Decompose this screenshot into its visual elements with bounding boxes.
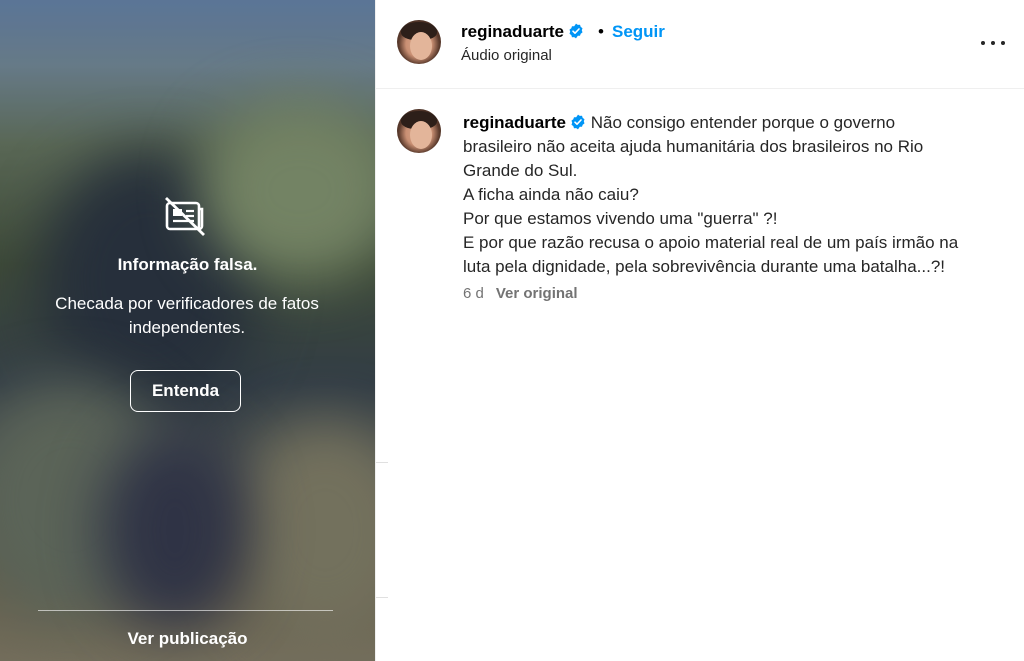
more-options-icon[interactable]	[981, 34, 1005, 52]
caption-line: Por que estamos vivendo uma "guerra" ?!	[463, 209, 778, 228]
caption-line: Grande do Sul.	[463, 161, 578, 180]
post-details-panel: reginaduarte • Seguir Áudio original reg…	[375, 0, 1024, 661]
post-modal: Informação falsa. Checada por verificado…	[0, 0, 1024, 661]
divider	[376, 597, 388, 598]
false-info-warning: Informação falsa. Checada por verificado…	[0, 0, 375, 661]
verified-badge-icon	[569, 23, 583, 39]
caption-username[interactable]: reginaduarte	[463, 113, 566, 132]
divider	[376, 462, 388, 463]
avatar-face	[410, 32, 432, 60]
author-username[interactable]: reginaduarte	[461, 22, 564, 41]
verified-badge-icon	[571, 114, 585, 130]
separator-dot: •	[598, 22, 604, 41]
caption-text: reginaduarte Não consigo entender porque…	[463, 111, 993, 279]
caption-line: brasileiro não aceita ajuda humanitária …	[463, 137, 924, 156]
post-time[interactable]: 6 d	[463, 285, 484, 302]
caption-meta: 6 d Ver original	[463, 285, 578, 302]
caption-line: E por que razão recusa o apoio material …	[463, 233, 959, 252]
avatar-face	[410, 121, 432, 149]
avatar[interactable]	[397, 20, 441, 64]
warning-subtitle: Checada por verificadores de fatos indep…	[55, 294, 319, 337]
original-audio-link[interactable]: Áudio original	[461, 47, 552, 64]
post-media: Informação falsa. Checada por verificado…	[0, 0, 375, 661]
false-info-icon	[165, 196, 205, 237]
divider	[38, 610, 333, 611]
caption-line: luta pela dignidade, pela sobrevivência …	[463, 257, 946, 276]
author-username-row: reginaduarte	[461, 22, 584, 42]
post-header: reginaduarte • Seguir Áudio original	[376, 0, 1024, 89]
learn-more-button[interactable]: Entenda	[130, 370, 241, 412]
caption-line: reginaduarte Não consigo entender porque…	[463, 111, 993, 135]
follow-button[interactable]: Seguir	[612, 22, 665, 42]
see-post-link[interactable]: Ver publicação	[0, 629, 375, 649]
warning-title: Informação falsa.	[117, 255, 258, 274]
avatar[interactable]	[397, 109, 441, 153]
caption-line: A ficha ainda não caiu?	[463, 185, 639, 204]
see-original-link[interactable]: Ver original	[496, 285, 578, 302]
caption-line-text: Não consigo entender porque o governo	[590, 113, 896, 132]
